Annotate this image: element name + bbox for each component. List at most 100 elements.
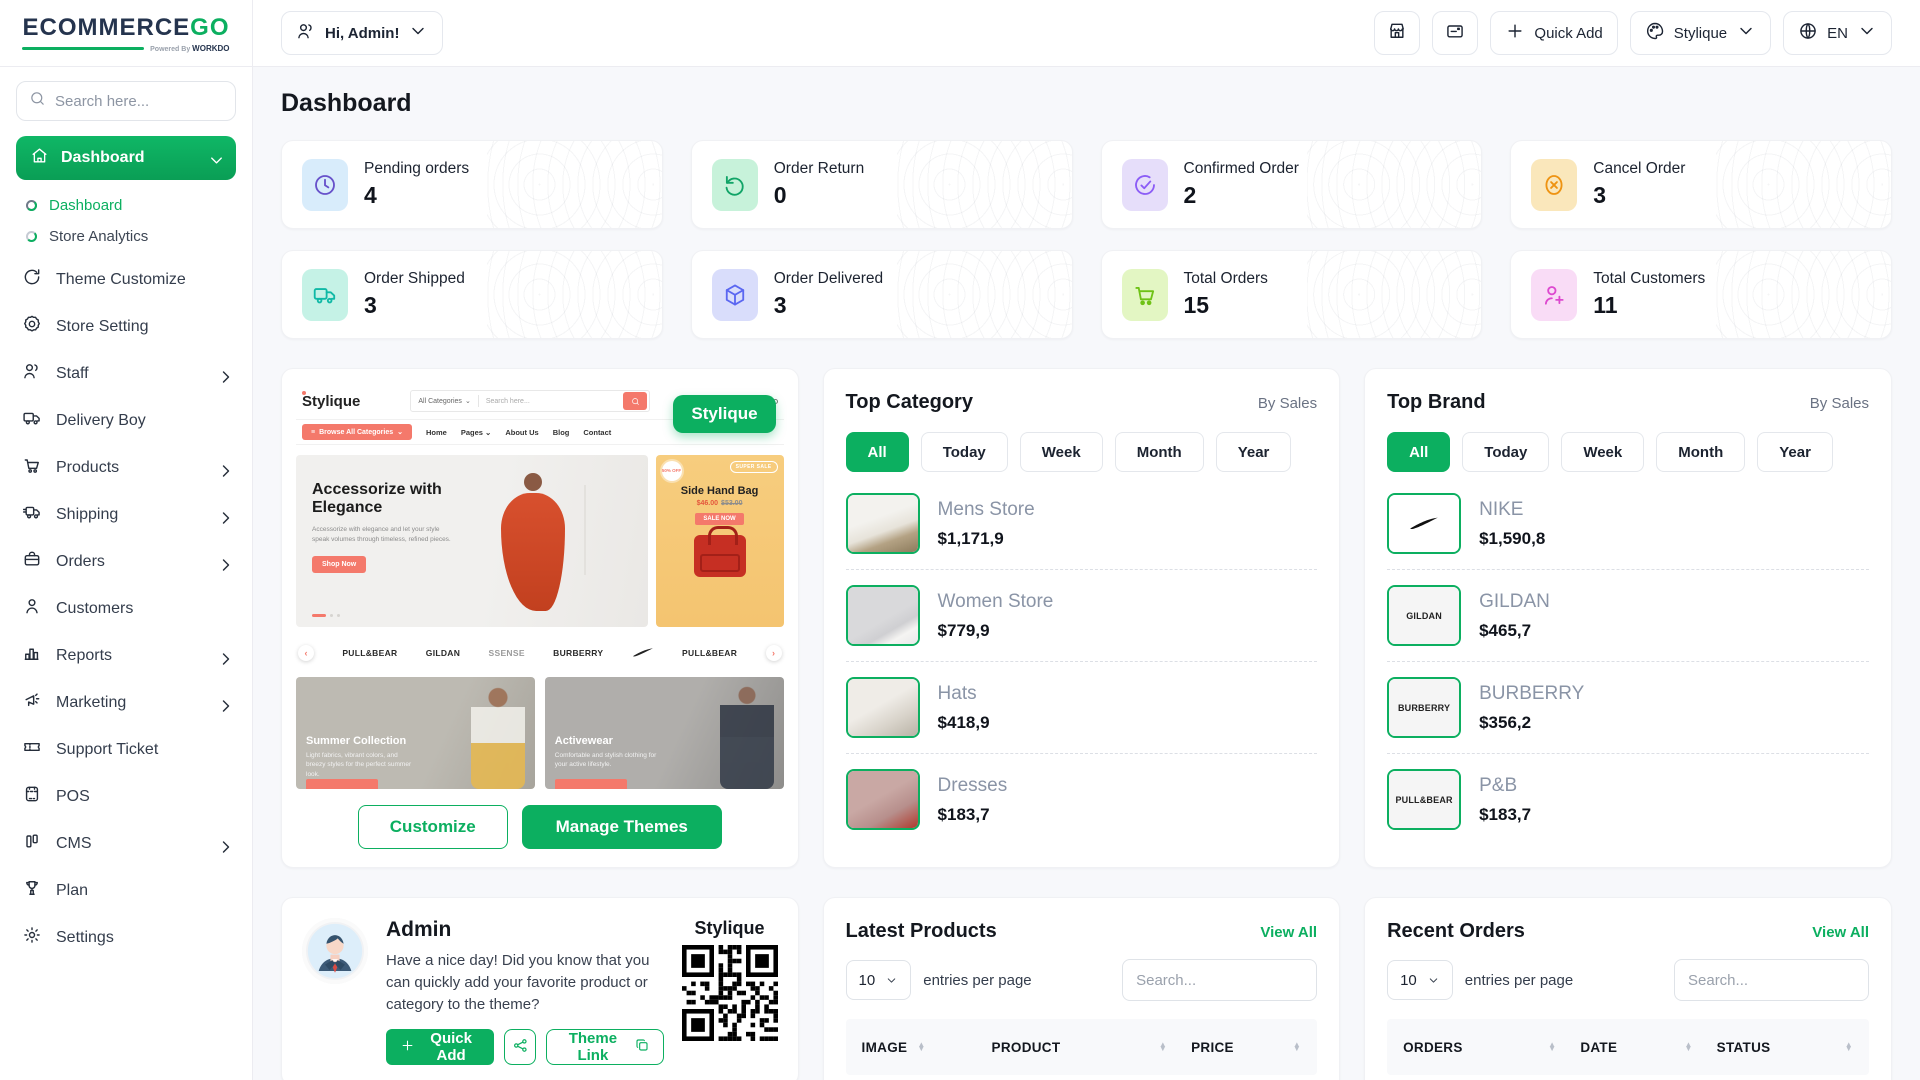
column-product[interactable]: PRODUCT▲▼	[992, 1040, 1192, 1055]
sidebar-item-label: Theme Customize	[56, 271, 186, 289]
theme-link-button[interactable]: Theme Link	[546, 1029, 663, 1065]
tab-today[interactable]: Today	[1462, 432, 1549, 472]
tab-year[interactable]: Year	[1757, 432, 1833, 472]
tab-year[interactable]: Year	[1216, 432, 1292, 472]
share-icon	[512, 1037, 529, 1057]
sidebar-item-delivery-boy[interactable]: Delivery Boy	[16, 397, 236, 444]
quick-add-button[interactable]: Quick Add	[1490, 11, 1617, 55]
products-search-input[interactable]	[1122, 959, 1317, 1001]
theme-link-label: Theme Link	[560, 1030, 625, 1064]
bar-chart-icon	[22, 643, 42, 668]
stat-value: 11	[1593, 292, 1705, 319]
preview-tile-photo	[471, 685, 525, 789]
category-row[interactable]: Dresses $183,7	[846, 753, 1318, 845]
category-name: Mens Store	[938, 499, 1035, 521]
storefront-button[interactable]	[1374, 11, 1420, 55]
tab-today[interactable]: Today	[921, 432, 1008, 472]
tab-all[interactable]: All	[1387, 432, 1450, 472]
top-category-card: Top Category By Sales All Today Week Mon…	[823, 368, 1341, 868]
preview-hero: Accessorize with Elegance Accessorize wi…	[296, 455, 648, 627]
users-icon	[296, 21, 316, 45]
app-logo[interactable]: ECOMMERCEGO Powered By WORKDO	[0, 0, 253, 66]
sidebar-subitem-store-analytics[interactable]: Store Analytics	[26, 221, 236, 252]
preview-brand: GILDAN	[426, 648, 460, 658]
preview-nav-link: About Us	[505, 428, 538, 437]
sidebar-item-cms[interactable]: CMS	[16, 820, 236, 867]
view-all-link[interactable]: View All	[1260, 924, 1317, 941]
sidebar-item-plan[interactable]: Plan	[16, 867, 236, 914]
sidebar-item-marketing[interactable]: Marketing	[16, 679, 236, 726]
preview-tile-text: Comfortable and stylish clothing for you…	[555, 751, 665, 770]
quick-add-label: Quick Add	[422, 1030, 480, 1064]
sidebar-item-staff[interactable]: Staff	[16, 350, 236, 397]
decorative-rings	[1716, 250, 1891, 339]
sidebar-search-input[interactable]	[55, 93, 223, 110]
stat-card-pending-orders: Pending orders4	[281, 140, 663, 229]
manage-themes-button[interactable]: Manage Themes	[522, 805, 722, 849]
chevron-down-icon	[1736, 21, 1756, 45]
sidebar-item-store-setting[interactable]: Store Setting	[16, 303, 236, 350]
card-title: Top Category	[846, 391, 973, 414]
admin-quick-add-button[interactable]: Quick Add	[386, 1029, 494, 1065]
orders-search-input[interactable]	[1674, 959, 1869, 1001]
table-row[interactable]	[846, 1075, 1318, 1080]
preview-banner-title: Side Hand Bag	[664, 485, 776, 497]
sidebar-item-label: Store Setting	[56, 318, 149, 336]
chevron-down-icon	[1857, 21, 1877, 45]
greeting-label: Hi, Admin!	[325, 25, 399, 42]
column-price[interactable]: PRICE▲▼	[1191, 1040, 1301, 1055]
sidebar-item-label: CMS	[56, 835, 92, 853]
sidebar-item-label: Plan	[56, 882, 88, 900]
tab-month[interactable]: Month	[1656, 432, 1745, 472]
sidebar-item-theme-customize[interactable]: Theme Customize	[16, 256, 236, 303]
customize-button[interactable]: Customize	[358, 805, 508, 849]
share-button[interactable]	[504, 1029, 536, 1065]
theme-switcher-dropdown[interactable]: Stylique	[1630, 11, 1771, 55]
column-image[interactable]: IMAGE▲▼	[862, 1040, 992, 1055]
sidebar-search[interactable]	[16, 81, 236, 121]
brand-row[interactable]: BURBERRY BURBERRY $356,2	[1387, 661, 1869, 753]
column-date[interactable]: DATE▲▼	[1580, 1040, 1716, 1055]
category-row[interactable]: Hats $418,9	[846, 661, 1318, 753]
column-orders[interactable]: ORDERS▲▼	[1403, 1040, 1580, 1055]
brand-row[interactable]: NIKE $1,590,8	[1387, 478, 1869, 569]
view-all-link[interactable]: View All	[1812, 924, 1869, 941]
sidebar-item-pos[interactable]: POS	[16, 773, 236, 820]
language-dropdown[interactable]: EN	[1783, 11, 1892, 55]
sort-icon: ▲▼	[1548, 1043, 1556, 1052]
sidebar-item-dashboard-group[interactable]: Dashboard	[16, 136, 236, 180]
storefront-preview[interactable]: Stylique All Categories ⌄ Search here...…	[296, 383, 784, 789]
category-amount: $779,9	[938, 621, 1054, 641]
sidebar-item-shipping[interactable]: Shipping	[16, 491, 236, 538]
subitem-label: Dashboard	[49, 197, 122, 214]
entries-per-page-select[interactable]: 10	[846, 960, 912, 1000]
check-circle-icon	[1122, 159, 1168, 211]
category-row[interactable]: Mens Store $1,171,9	[846, 478, 1318, 569]
stat-label: Total Orders	[1184, 270, 1268, 288]
sidebar-subitem-dashboard[interactable]: Dashboard	[26, 190, 236, 221]
category-row[interactable]: Women Store $779,9	[846, 569, 1318, 661]
tab-month[interactable]: Month	[1115, 432, 1204, 472]
column-status[interactable]: STATUS▲▼	[1717, 1040, 1853, 1055]
preview-carousel-dots	[312, 614, 340, 617]
tab-week[interactable]: Week	[1020, 432, 1103, 472]
sidebar-item-reports[interactable]: Reports	[16, 632, 236, 679]
brand-row[interactable]: GILDAN GILDAN $465,7	[1387, 569, 1869, 661]
sidebar-item-customers[interactable]: Customers	[16, 585, 236, 632]
preview-logo: Stylique	[302, 393, 360, 410]
chevron-down-icon	[408, 21, 428, 45]
sidebar-item-settings[interactable]: Settings	[16, 914, 236, 961]
sidebar-item-products[interactable]: Products	[16, 444, 236, 491]
tab-all[interactable]: All	[846, 432, 909, 472]
sidebar: Dashboard Dashboard Store Analytics Them…	[0, 67, 253, 1080]
sidebar-item-support-ticket[interactable]: Support Ticket	[16, 726, 236, 773]
entries-per-page-select[interactable]: 10	[1387, 960, 1453, 1000]
tab-week[interactable]: Week	[1561, 432, 1644, 472]
email-templates-button[interactable]	[1432, 11, 1478, 55]
brand-row[interactable]: PULL&BEAR P&B $183,7	[1387, 753, 1869, 845]
sidebar-item-orders[interactable]: Orders	[16, 538, 236, 585]
search-icon	[29, 90, 46, 112]
admin-greeting-dropdown[interactable]: Hi, Admin!	[281, 11, 443, 55]
brand-amount: $356,2	[1479, 713, 1584, 733]
theme-name-label: Stylique	[1674, 25, 1727, 42]
